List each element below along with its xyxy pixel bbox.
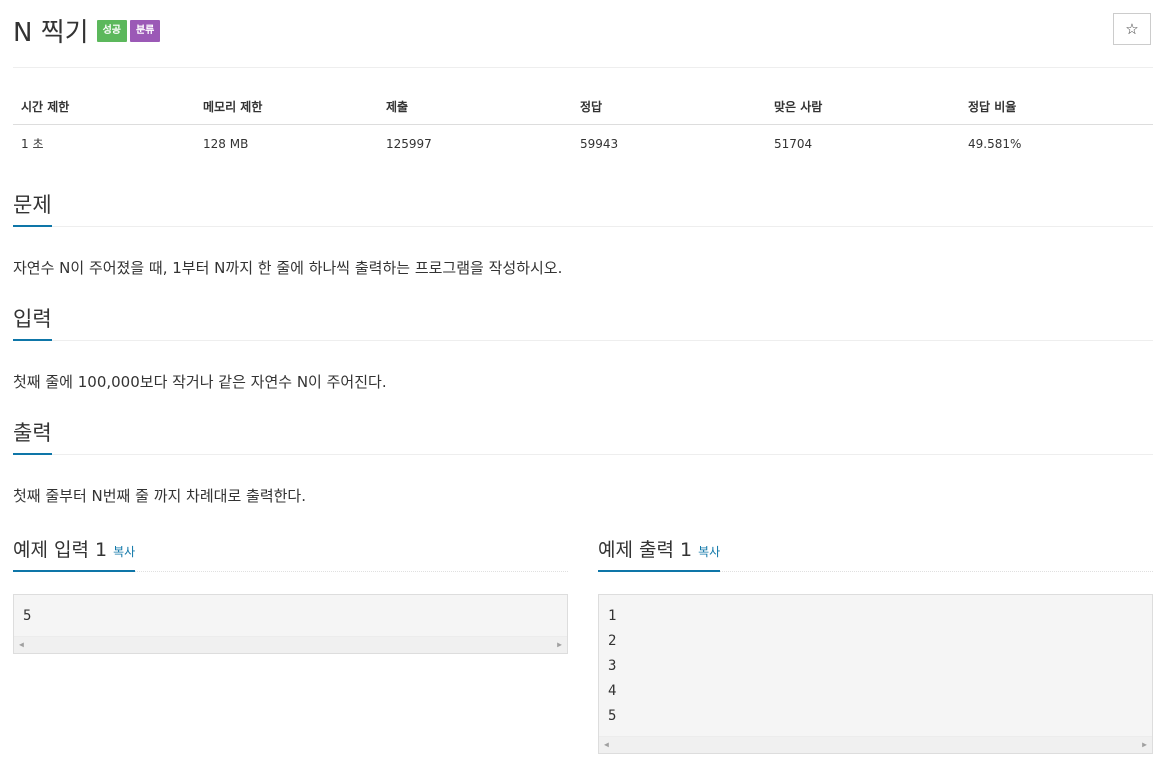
header-accepted: 정답 [572, 90, 766, 125]
sample-output-content: 1 2 3 4 5 [599, 595, 1152, 729]
sample-output-line: 1 [608, 608, 617, 624]
table-header-row: 시간 제한 메모리 제한 제출 정답 맞은 사람 정답 비율 [13, 90, 1153, 125]
problem-section-header: 문제 [13, 189, 1153, 227]
sample-input-box[interactable]: 5 ◀ ▶ [13, 594, 568, 654]
horizontal-scrollbar[interactable]: ◀ ▶ [14, 636, 567, 653]
input-description: 첫째 줄에 100,000보다 작거나 같은 자연수 N이 주어진다. [13, 373, 387, 391]
divider [13, 67, 1153, 68]
copy-sample-input-button[interactable]: 복사 [113, 545, 135, 559]
section-divider [13, 340, 1153, 341]
sample-input-line: 5 [23, 608, 32, 624]
sample-output-header: 예제 출력 1 복사 [598, 535, 1153, 572]
star-icon: ☆ [1125, 20, 1139, 38]
table-row: 1 초 128 MB 125997 59943 51704 49.581% [13, 125, 1153, 161]
section-divider [13, 226, 1153, 227]
copy-sample-output-button[interactable]: 복사 [698, 545, 720, 559]
page-title: N 찍기 [13, 18, 89, 48]
sample-output-line: 2 [608, 633, 617, 649]
header-submissions: 제출 [378, 90, 572, 125]
sample-output-box[interactable]: 1 2 3 4 5 ◀ ▶ [598, 594, 1153, 754]
output-description: 첫째 줄부터 N번째 줄 까지 차례대로 출력한다. [13, 487, 306, 505]
accept-ratio-value: 49.581% [968, 136, 1022, 151]
section-divider [13, 454, 1153, 455]
title-row: N 찍기 성공 분류 [13, 12, 161, 49]
header-memory-limit: 메모리 제한 [195, 90, 378, 125]
header-solvers: 맞은 사람 [766, 90, 960, 125]
sample-output-line: 4 [608, 683, 617, 699]
scroll-right-icon[interactable]: ▶ [1142, 740, 1147, 749]
output-section-header: 출력 [13, 417, 1153, 455]
scroll-right-icon[interactable]: ▶ [557, 640, 562, 649]
header-time-limit: 시간 제한 [13, 90, 195, 125]
sample-input-content: 5 [14, 595, 567, 629]
sample-input-title: 예제 입력 1 [13, 539, 108, 561]
problem-title: 문제 [13, 189, 52, 227]
horizontal-scrollbar[interactable]: ◀ ▶ [599, 736, 1152, 753]
problem-description: 자연수 N이 주어졌을 때, 1부터 N까지 한 줄에 하나씩 출력하는 프로그… [13, 259, 563, 277]
memory-limit-value: 128 MB [203, 136, 249, 151]
scroll-left-icon[interactable]: ◀ [19, 640, 24, 649]
time-limit-value: 1 초 [21, 137, 44, 151]
solvers-value[interactable]: 51704 [766, 125, 960, 161]
sample-input-title-wrap: 예제 입력 1 복사 [13, 535, 136, 572]
input-section-header: 입력 [13, 303, 1153, 341]
sample-input-header: 예제 입력 1 복사 [13, 535, 568, 572]
problem-info-table: 시간 제한 메모리 제한 제출 정답 맞은 사람 정답 비율 1 초 128 M… [13, 90, 1153, 160]
category-badge[interactable]: 분류 [129, 19, 161, 42]
sample-output-title-wrap: 예제 출력 1 복사 [598, 535, 721, 572]
accepted-value[interactable]: 59943 [572, 125, 766, 161]
sample-output-line: 5 [608, 708, 617, 724]
submissions-value[interactable]: 125997 [378, 125, 572, 161]
sample-output-title: 예제 출력 1 [598, 539, 693, 561]
output-title: 출력 [13, 417, 52, 455]
problem-page: N 찍기 성공 분류 ☆ 시간 제한 메모리 제한 제출 정답 맞은 사람 정답… [0, 0, 1172, 766]
input-title: 입력 [13, 303, 52, 341]
header-accept-ratio: 정답 비율 [960, 90, 1153, 125]
scroll-left-icon[interactable]: ◀ [604, 740, 609, 749]
success-badge[interactable]: 성공 [96, 19, 127, 42]
sample-output-line: 3 [608, 658, 617, 674]
favorite-button[interactable]: ☆ [1113, 13, 1151, 45]
